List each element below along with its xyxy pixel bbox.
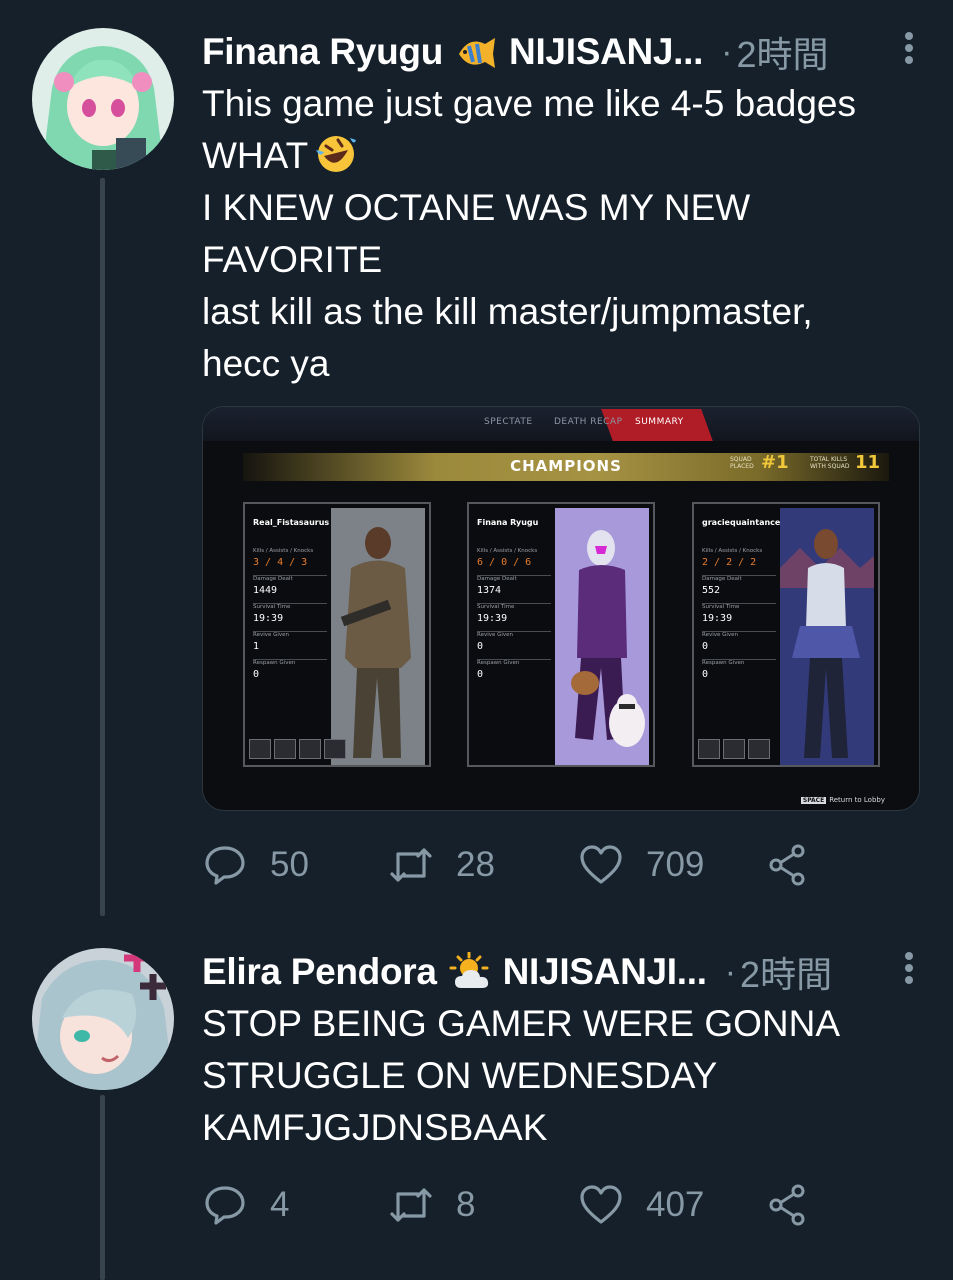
share-button[interactable] xyxy=(764,1180,810,1230)
tweet-line: STRUGGLE ON WEDNESDAY xyxy=(202,1055,718,1096)
like-count: 709 xyxy=(646,845,705,884)
stat-survival: Survival Time 19:39 xyxy=(477,604,551,632)
tweet-header: Finana Ryugu NIJISANJ... · 2時間 xyxy=(202,27,922,77)
thread-line xyxy=(100,178,105,916)
stat-kak: Kills / Assists / Knocks 2 / 2 / 2 xyxy=(702,548,776,576)
total-kills-label: TOTAL KILLS WITH SQUAD xyxy=(810,456,850,470)
total-kills-value: 11 xyxy=(855,452,881,473)
retweet-count: 28 xyxy=(456,845,495,884)
tweet-line: FAVORITE xyxy=(202,239,383,280)
tweet-line: This game just gave me like 4-5 badges xyxy=(202,83,857,124)
bangalore-portrait xyxy=(331,508,425,765)
stat-survival: Survival Time 19:39 xyxy=(702,604,776,632)
sun-behind-cloud-emoji xyxy=(449,951,493,992)
reply-button[interactable]: 4 xyxy=(202,1180,289,1230)
separator-dot: · xyxy=(724,952,737,991)
return-to-lobby: SPACE Return to Lobby xyxy=(800,796,885,804)
squad-placed-label: SQUAD PLACED xyxy=(730,456,754,470)
stat-kak: Kills / Assists / Knocks 6 / 0 / 6 xyxy=(477,548,551,576)
player-card: Finana Ryugu Kills / Assists / Knocks 6 /… xyxy=(467,502,655,767)
like-count: 407 xyxy=(646,1185,705,1224)
tweet-line: STOP BEING GAMER WERE GONNA xyxy=(202,1003,841,1044)
separator-dot: · xyxy=(721,32,733,71)
tab-death-recap: DEATH RECAP xyxy=(554,417,623,427)
block-icon[interactable] xyxy=(324,739,346,759)
reply-count: 4 xyxy=(270,1185,290,1224)
player-name: Finana Ryugu xyxy=(477,518,539,527)
avatar[interactable] xyxy=(32,28,174,170)
timestamp[interactable]: 2時間 xyxy=(736,26,828,78)
stat-damage: Damage Dealt 1449 xyxy=(253,576,327,604)
heart-icon xyxy=(580,1185,622,1224)
heart-icon xyxy=(580,845,622,884)
mute-icon[interactable] xyxy=(698,739,720,759)
tweet-text: This game just gave me like 4-5 badges W… xyxy=(202,78,922,390)
stat-respawn: Respawn Given 0 xyxy=(702,660,745,680)
tweet-line: hecc ya xyxy=(202,343,330,384)
avatar[interactable] xyxy=(32,948,174,1090)
stat-damage: Damage Dealt 1374 xyxy=(477,576,551,604)
share-icon xyxy=(769,1184,805,1226)
tweet-text: STOP BEING GAMER WERE GONNA STRUGGLE ON … xyxy=(202,998,922,1154)
tweet-line: last kill as the kill master/jumpmaster, xyxy=(202,291,813,332)
share-button[interactable] xyxy=(764,840,810,890)
tab-spectate: SPECTATE xyxy=(484,417,533,427)
retweet-icon xyxy=(390,1188,432,1222)
handle[interactable]: NIJISANJ... xyxy=(509,31,703,73)
stat-survival: Survival Time 19:39 xyxy=(253,604,327,632)
octane-portrait xyxy=(555,508,649,765)
report-icon[interactable] xyxy=(299,739,321,759)
mute-chat-icon[interactable] xyxy=(274,739,296,759)
retweet-button[interactable]: 28 xyxy=(388,840,495,890)
reply-icon xyxy=(205,1186,245,1225)
tab-summary: SUMMARY xyxy=(635,417,684,427)
thread-line xyxy=(100,1095,105,1280)
player-card: graciequaintance Kills / Assists / Knock… xyxy=(692,502,880,767)
stat-revive: Revive Given 0 xyxy=(702,632,776,660)
tweet-actions: 50 28 709 xyxy=(202,840,822,890)
stat-revive: Revive Given 0 xyxy=(477,632,551,660)
like-button[interactable]: 709 xyxy=(578,840,704,890)
display-name[interactable]: Elira Pendora xyxy=(202,951,437,993)
retweet-count: 8 xyxy=(456,1185,476,1224)
card-action-icons xyxy=(249,739,346,759)
more-options-icon[interactable] xyxy=(897,28,921,68)
handle[interactable]: NIJISANJI... xyxy=(503,951,707,993)
retweet-button[interactable]: 8 xyxy=(388,1180,475,1230)
player-card: Real_Fistasaurus Kills / Assists / Knock… xyxy=(243,502,431,767)
banner-title: CHAMPIONS xyxy=(510,457,622,475)
display-name[interactable]: Finana Ryugu xyxy=(202,31,443,73)
reply-icon xyxy=(205,846,245,885)
tweet-line: WHAT xyxy=(202,135,309,176)
champions-banner: CHAMPIONS xyxy=(243,453,889,481)
mute-chat-icon[interactable] xyxy=(723,739,745,759)
tweet-line: I KNEW OCTANE WAS MY NEW xyxy=(202,187,751,228)
tweet-line: KAMFJGJDNSBAAK xyxy=(202,1107,548,1148)
loba-portrait xyxy=(780,508,874,765)
share-icon xyxy=(769,844,805,886)
reply-count: 50 xyxy=(270,845,309,884)
tropical-fish-emoji xyxy=(455,32,499,72)
retweet-icon xyxy=(390,848,432,882)
stat-kak: Kills / Assists / Knocks 3 / 4 / 3 xyxy=(253,548,327,576)
tweet-actions: 4 8 407 xyxy=(202,1180,822,1230)
stat-respawn: Respawn Given 0 xyxy=(253,660,296,680)
card-action-icons xyxy=(698,739,770,759)
player-name: Real_Fistasaurus xyxy=(253,518,330,527)
like-button[interactable]: 407 xyxy=(578,1180,704,1230)
mute-icon[interactable] xyxy=(249,739,271,759)
squad-placed-value: #1 xyxy=(761,452,789,473)
reply-button[interactable]: 50 xyxy=(202,840,309,890)
rolling-on-floor-laughing-emoji xyxy=(314,132,358,174)
tweet-header: Elira Pendora NIJISANJI... · 2時間 xyxy=(202,947,922,997)
timestamp[interactable]: 2時間 xyxy=(740,946,832,998)
player-name: graciequaintance xyxy=(702,518,781,527)
report-icon[interactable] xyxy=(748,739,770,759)
stat-respawn: Respawn Given 0 xyxy=(477,660,520,680)
stat-revive: Revive Given 1 xyxy=(253,632,327,660)
tweet-image[interactable]: SPECTATE DEATH RECAP SUMMARY CHAMPIONS S… xyxy=(202,406,920,811)
more-options-icon[interactable] xyxy=(897,948,921,988)
stat-damage: Damage Dealt 552 xyxy=(702,576,776,604)
